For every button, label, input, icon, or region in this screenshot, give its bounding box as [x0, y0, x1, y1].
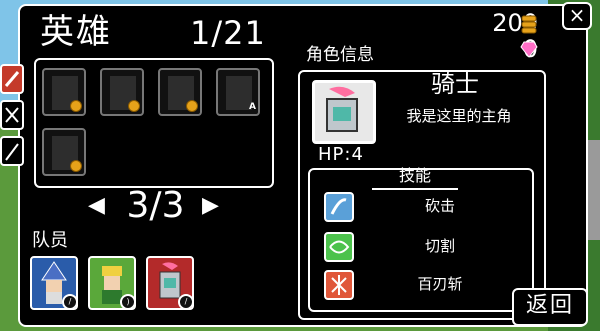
- coin-icon: [186, 100, 198, 112]
- crossed-swords-icon: [5, 107, 19, 123]
- blade-storm-skill-icon[interactable]: [324, 270, 354, 300]
- hero-name: 骑士: [431, 70, 479, 98]
- hero-slot[interactable]: [158, 68, 202, 116]
- coin-icon: [70, 160, 82, 172]
- skills-title: 技能: [372, 166, 458, 190]
- team-label: 队员: [32, 230, 68, 251]
- wand-icon: /: [62, 294, 76, 308]
- coin-icon: [70, 100, 82, 112]
- selected-hero-portrait: [312, 80, 376, 144]
- hero-hp: HP:4: [318, 144, 364, 165]
- skill-name: 切割: [424, 237, 455, 255]
- bow-icon: ): [120, 294, 134, 308]
- sword-icon: /: [178, 294, 192, 308]
- character-info-label: 角色信息: [306, 45, 374, 65]
- team-member-knight[interactable]: /: [146, 256, 194, 310]
- close-button[interactable]: ×: [562, 2, 592, 30]
- cut-skill-icon[interactable]: [324, 232, 354, 262]
- sword-icon: [4, 71, 20, 87]
- coin-stack-icon: [520, 14, 538, 34]
- team-member-elf[interactable]: ): [88, 256, 136, 310]
- hero-slot[interactable]: A: [216, 68, 260, 116]
- next-page-arrow-icon[interactable]: ▶: [202, 194, 219, 218]
- hero-slot[interactable]: [42, 68, 86, 116]
- a-badge-icon: A: [249, 102, 256, 112]
- hero-count: 1/21: [190, 14, 266, 52]
- wand-icon: [5, 143, 19, 161]
- coin-icon: [128, 100, 140, 112]
- back-button[interactable]: 返回: [512, 288, 588, 326]
- side-tab-wand[interactable]: [0, 136, 24, 166]
- knight-portrait-icon: [326, 86, 358, 132]
- slash-skill-icon[interactable]: [324, 192, 354, 222]
- team-member-wizard[interactable]: /: [30, 256, 78, 310]
- side-tab-sword[interactable]: [0, 64, 24, 94]
- gem-icon: [520, 40, 538, 58]
- hero-description: 我是这里的主角: [406, 107, 512, 125]
- hero-slot[interactable]: [42, 128, 86, 176]
- skill-name: 百刃斩: [417, 275, 463, 293]
- side-tab-crossed-swords[interactable]: [0, 100, 24, 130]
- skill-name: 砍击: [424, 197, 455, 215]
- hero-slot[interactable]: [100, 68, 144, 116]
- page-title: 英雄: [40, 12, 112, 52]
